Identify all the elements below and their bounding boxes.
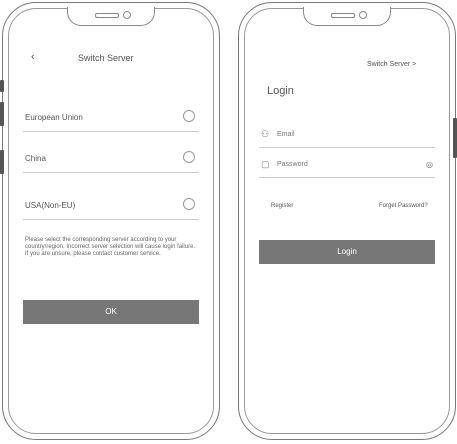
region-label: USA(Non-EU) bbox=[25, 201, 76, 210]
camera bbox=[359, 11, 367, 19]
page-title: Switch Server bbox=[78, 53, 134, 63]
register-link[interactable]: Register bbox=[271, 203, 293, 209]
radio-icon[interactable] bbox=[183, 198, 195, 210]
eye-icon[interactable]: ◎ bbox=[426, 160, 433, 169]
region-label: European Union bbox=[25, 113, 83, 122]
region-option-usa[interactable]: USA(Non-EU) bbox=[23, 193, 199, 220]
login-title: Login bbox=[267, 85, 294, 97]
lock-icon: ▢ bbox=[261, 159, 270, 169]
notch bbox=[67, 7, 155, 26]
login-button[interactable]: Login bbox=[259, 240, 435, 264]
password-field[interactable]: ▢ Password ◎ bbox=[259, 155, 435, 178]
forgot-password-link[interactable]: Forget Password? bbox=[379, 203, 428, 209]
radio-icon[interactable] bbox=[183, 151, 195, 163]
back-icon[interactable]: ‹ bbox=[31, 51, 35, 63]
camera bbox=[123, 11, 131, 19]
server-note: Please select the corresponding server a… bbox=[25, 237, 196, 257]
side-button bbox=[453, 118, 457, 158]
password-input[interactable]: Password bbox=[277, 161, 308, 168]
switch-server-link[interactable]: Switch Server > bbox=[367, 61, 416, 68]
email-input[interactable]: Email bbox=[277, 131, 295, 138]
radio-icon[interactable] bbox=[183, 110, 195, 122]
user-icon: ⚇ bbox=[261, 129, 270, 139]
email-field[interactable]: ⚇ Email bbox=[259, 125, 435, 148]
screen-right bbox=[244, 8, 450, 434]
side-button bbox=[0, 80, 4, 92]
speaker bbox=[95, 13, 119, 18]
region-label: China bbox=[25, 154, 46, 163]
side-button bbox=[0, 102, 4, 126]
region-option-china[interactable]: China bbox=[23, 146, 199, 173]
notch bbox=[303, 7, 391, 26]
region-option-eu[interactable]: European Union bbox=[23, 105, 199, 132]
speaker bbox=[331, 13, 355, 18]
phone-frame-right: Switch Server > Login ⚇ Email ▢ Password… bbox=[238, 2, 456, 440]
ok-button[interactable]: OK bbox=[23, 300, 199, 324]
screen-left bbox=[8, 8, 214, 434]
side-button bbox=[0, 150, 4, 174]
phone-frame-left: ‹ Switch Server European Union China USA… bbox=[2, 2, 220, 440]
